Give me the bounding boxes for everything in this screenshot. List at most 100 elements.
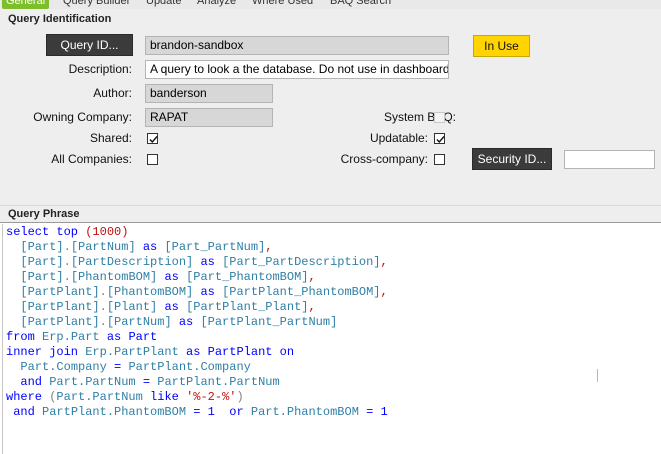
sql-token: = [358, 405, 381, 419]
sql-token: and [13, 405, 43, 419]
sql-line: [PartPlant].[Plant] as [PartPlant_Plant]… [6, 300, 316, 315]
sql-token: [PartPlant_PartNum] [200, 315, 338, 329]
tab-baq-search[interactable]: BAQ Search [330, 0, 391, 9]
author-field[interactable]: banderson [145, 84, 273, 103]
tab-update[interactable]: Update [146, 0, 181, 9]
sql-token: [Part] [20, 255, 64, 269]
owning-company-field[interactable]: RAPAT [145, 108, 273, 127]
all-companies-checkbox[interactable] [147, 154, 158, 165]
sql-line: select top (1000) [6, 225, 128, 240]
sql-line: [Part].[PartNum] as [Part_PartNum], [6, 240, 272, 255]
sql-token: Part.PartNum [49, 375, 136, 389]
sql-token: = [186, 405, 208, 419]
sql-token: '%-2-%' [186, 390, 237, 404]
tab-analyze[interactable]: Analyze [197, 0, 236, 9]
sql-token: like [142, 390, 187, 404]
tab-general[interactable]: General [2, 0, 50, 9]
sql-token: . [63, 240, 71, 254]
sql-token: [PhantomBOM] [70, 270, 158, 284]
sql-line: and Part.PartNum = PartPlant.PartNum [6, 375, 280, 390]
query-identification-panel: Query Identification Query ID... brandon… [0, 9, 661, 206]
query-phrase-header: Query Phrase [0, 206, 661, 223]
tab-where-used[interactable]: Where Used [252, 0, 313, 9]
sql-token: as [193, 255, 223, 269]
sql-token: . [63, 255, 71, 269]
security-id-button[interactable]: Security ID... [472, 148, 552, 170]
sql-line: [PartPlant].[PhantomBOM] as [PartPlant_P… [6, 285, 388, 300]
sql-token: [PartPlant] [20, 285, 100, 299]
sql-token: on [272, 345, 295, 359]
shared-label: Shared: [89, 131, 132, 145]
sql-token: , [308, 270, 316, 284]
sql-token: [Part] [20, 270, 64, 284]
sql-token: PartPlant.PhantomBOM [42, 405, 187, 419]
sql-token: 1 [380, 405, 388, 419]
query-phrase-editor[interactable]: select top (1000) [Part].[PartNum] as [P… [2, 224, 659, 454]
in-use-button[interactable]: In Use [473, 35, 530, 57]
sql-token: as [135, 240, 165, 254]
updatable-label: Updatable: [369, 131, 428, 145]
shared-checkbox[interactable] [147, 133, 158, 144]
sql-token: Erp.PartPlant [85, 345, 179, 359]
sql-token: Part.Company [20, 360, 107, 374]
sql-token: [PartPlant] [20, 300, 100, 314]
sql-token: , [308, 300, 316, 314]
updatable-checkbox[interactable] [434, 133, 445, 144]
sql-token: [PartDescription] [70, 255, 194, 269]
sql-line: from Erp.Part as Part [6, 330, 157, 345]
sql-token: inner join [6, 345, 86, 359]
sql-token: where [6, 390, 50, 404]
sql-token: . [63, 270, 71, 284]
security-id-field[interactable] [564, 150, 655, 169]
sql-token: 1 [207, 405, 215, 419]
sql-token: as [157, 300, 187, 314]
sql-token: [PartPlant] [20, 315, 100, 329]
sql-token: select top [6, 225, 86, 239]
owning-company-label: Owning Company: [33, 110, 132, 124]
text-cursor [597, 369, 598, 382]
sql-token: . [99, 300, 107, 314]
description-field[interactable]: A query to look a the database. Do not u… [145, 60, 449, 79]
sql-line: [Part].[PhantomBOM] as [Part_PhantomBOM]… [6, 270, 316, 285]
sql-token: [PhantomBOM] [106, 285, 194, 299]
sql-token: [PartNum] [70, 240, 136, 254]
sql-token: (1000) [85, 225, 129, 239]
cross-company-checkbox[interactable] [434, 154, 445, 165]
sql-token: ) [236, 390, 244, 404]
section-title-query-phrase: Query Phrase [8, 208, 80, 220]
sql-line: [PartPlant].[PartNum] as [PartPlant_Part… [6, 315, 337, 330]
query-id-button[interactable]: Query ID... [46, 34, 133, 56]
sql-token: . [99, 315, 107, 329]
sql-token: . [99, 285, 107, 299]
sql-token: as [171, 315, 201, 329]
sql-token: [Part] [20, 240, 64, 254]
sql-token: as [178, 345, 208, 359]
sql-line: and PartPlant.PhantomBOM = 1 or Part.Pha… [6, 405, 388, 420]
section-title-query-identification: Query Identification [8, 13, 112, 25]
sql-token: = [135, 375, 158, 389]
cross-company-label: Cross-company: [340, 152, 428, 166]
sql-token: [Part_PartNum] [164, 240, 266, 254]
sql-token: PartPlant.Company [128, 360, 251, 374]
query-id-field[interactable]: brandon-sandbox [145, 36, 449, 55]
tab-query-builder[interactable]: Query Builder [63, 0, 130, 9]
sql-token: [PartPlant_PhantomBOM] [222, 285, 381, 299]
sql-token: or [214, 405, 251, 419]
checkmark-icon [149, 136, 158, 144]
sql-token: [PartNum] [106, 315, 172, 329]
sql-token: as [193, 285, 223, 299]
sql-token: [Part_PartDescription] [222, 255, 381, 269]
sql-token: Part [128, 330, 158, 344]
sql-token: , [380, 285, 388, 299]
sql-token: Part.PartNum [56, 390, 143, 404]
sql-token: [Part_PhantomBOM] [186, 270, 309, 284]
sql-token: = [106, 360, 129, 374]
sql-token: , [380, 255, 388, 269]
system-baq-label: System BAQ: [383, 110, 456, 124]
sql-line: Part.Company = PartPlant.Company [6, 360, 251, 375]
sql-token: [PartPlant_Plant] [186, 300, 309, 314]
sql-token: PartPlant [207, 345, 273, 359]
system-baq-checkbox [434, 112, 445, 123]
description-label: Description: [68, 62, 132, 76]
sql-token: PartPlant.PartNum [157, 375, 280, 389]
